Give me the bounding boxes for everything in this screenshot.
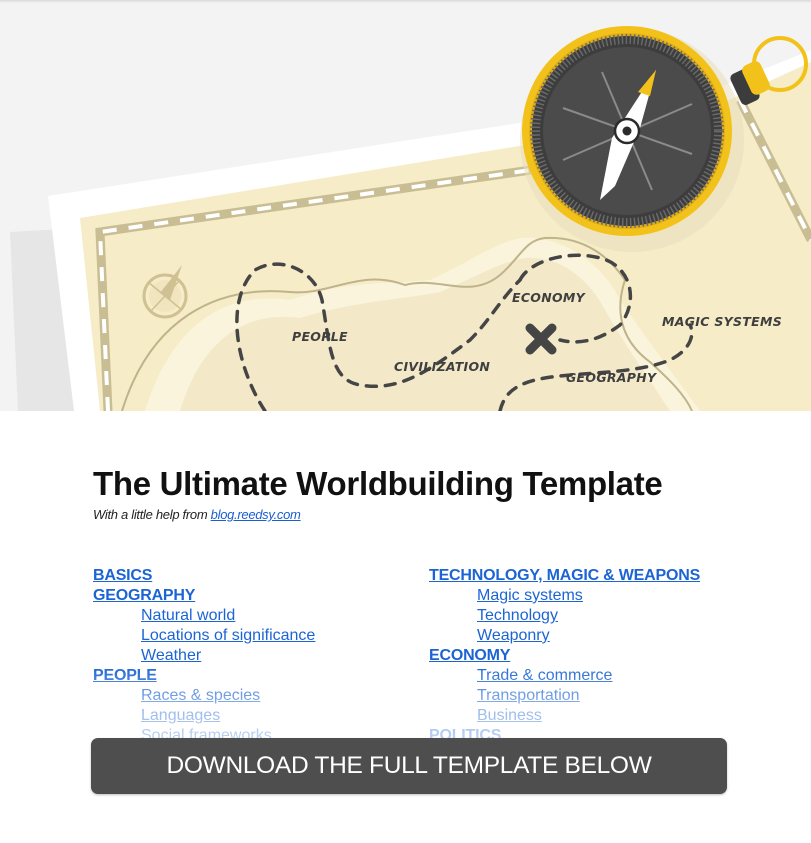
toc-link-people[interactable]: PEOPLE [93, 666, 315, 686]
treasure-map-illustration: PEOPLE CIVILIZATION ECONOMY GEOGRAPHY MA… [10, 26, 811, 411]
toc-link-weaponry[interactable]: Weaponry [429, 626, 700, 646]
toc-label: Natural world [141, 607, 236, 624]
toc-label: Weaponry [477, 627, 550, 644]
map-label-economy: ECONOMY [512, 290, 587, 305]
toc-link-geography[interactable]: GEOGRAPHY [93, 586, 315, 606]
page-title: The Ultimate Worldbuilding Template [93, 465, 663, 502]
hero-banner: PEOPLE CIVILIZATION ECONOMY GEOGRAPHY MA… [0, 0, 811, 411]
toc-link-languages[interactable]: Languages [93, 706, 315, 726]
toc-link-business[interactable]: Business [429, 706, 700, 726]
toc-label: Languages [141, 707, 221, 724]
toc-label: Magic systems [477, 587, 583, 604]
table-of-contents: BASICS GEOGRAPHY Natural world Locations… [0, 566, 811, 843]
toc-link-transportation[interactable]: Transportation [429, 686, 700, 706]
toc-label: Races & species [141, 687, 261, 704]
toc-link-technology-magic-weapons[interactable]: TECHNOLOGY, MAGIC & WEAPONS [429, 566, 700, 586]
banner-top-shadow [0, 0, 811, 3]
document-header: The Ultimate Worldbuilding Template With… [93, 462, 773, 522]
toc-left-column: BASICS GEOGRAPHY Natural world Locations… [93, 566, 315, 746]
toc-right-column: TECHNOLOGY, MAGIC & WEAPONS Magic system… [429, 566, 700, 746]
toc-link-natural-world[interactable]: Natural world [93, 606, 315, 626]
toc-link-locations-of-significance[interactable]: Locations of significance [93, 626, 315, 646]
subtitle: With a little help from blog.reedsy.com [93, 507, 773, 522]
toc-label: Locations of significance [141, 627, 316, 644]
reedsy-blog-link[interactable]: blog.reedsy.com [211, 507, 301, 522]
map-label-magic-systems: MAGIC SYSTEMS [662, 314, 782, 329]
toc-link-races-species[interactable]: Races & species [93, 686, 315, 706]
toc-link-weather[interactable]: Weather [93, 646, 315, 666]
toc-label: Business [477, 707, 542, 724]
toc-link-magic-systems[interactable]: Magic systems [429, 586, 700, 606]
toc-link-economy[interactable]: ECONOMY [429, 646, 700, 666]
map-label-geography: GEOGRAPHY [566, 370, 658, 385]
download-template-button[interactable]: DOWNLOAD THE FULL TEMPLATE BELOW [91, 738, 727, 794]
map-label-people: PEOPLE [292, 329, 348, 344]
map-label-civilization: CIVILIZATION [394, 359, 490, 374]
toc-link-basics[interactable]: BASICS [93, 566, 315, 586]
toc-label: Transportation [477, 687, 580, 704]
subtitle-prefix: With a little help from [93, 507, 211, 522]
toc-label: Trade & commerce [477, 667, 613, 684]
toc-label: Technology [477, 607, 558, 624]
toc-link-trade-commerce[interactable]: Trade & commerce [429, 666, 700, 686]
toc-link-technology[interactable]: Technology [429, 606, 700, 626]
toc-label: Weather [141, 647, 202, 664]
